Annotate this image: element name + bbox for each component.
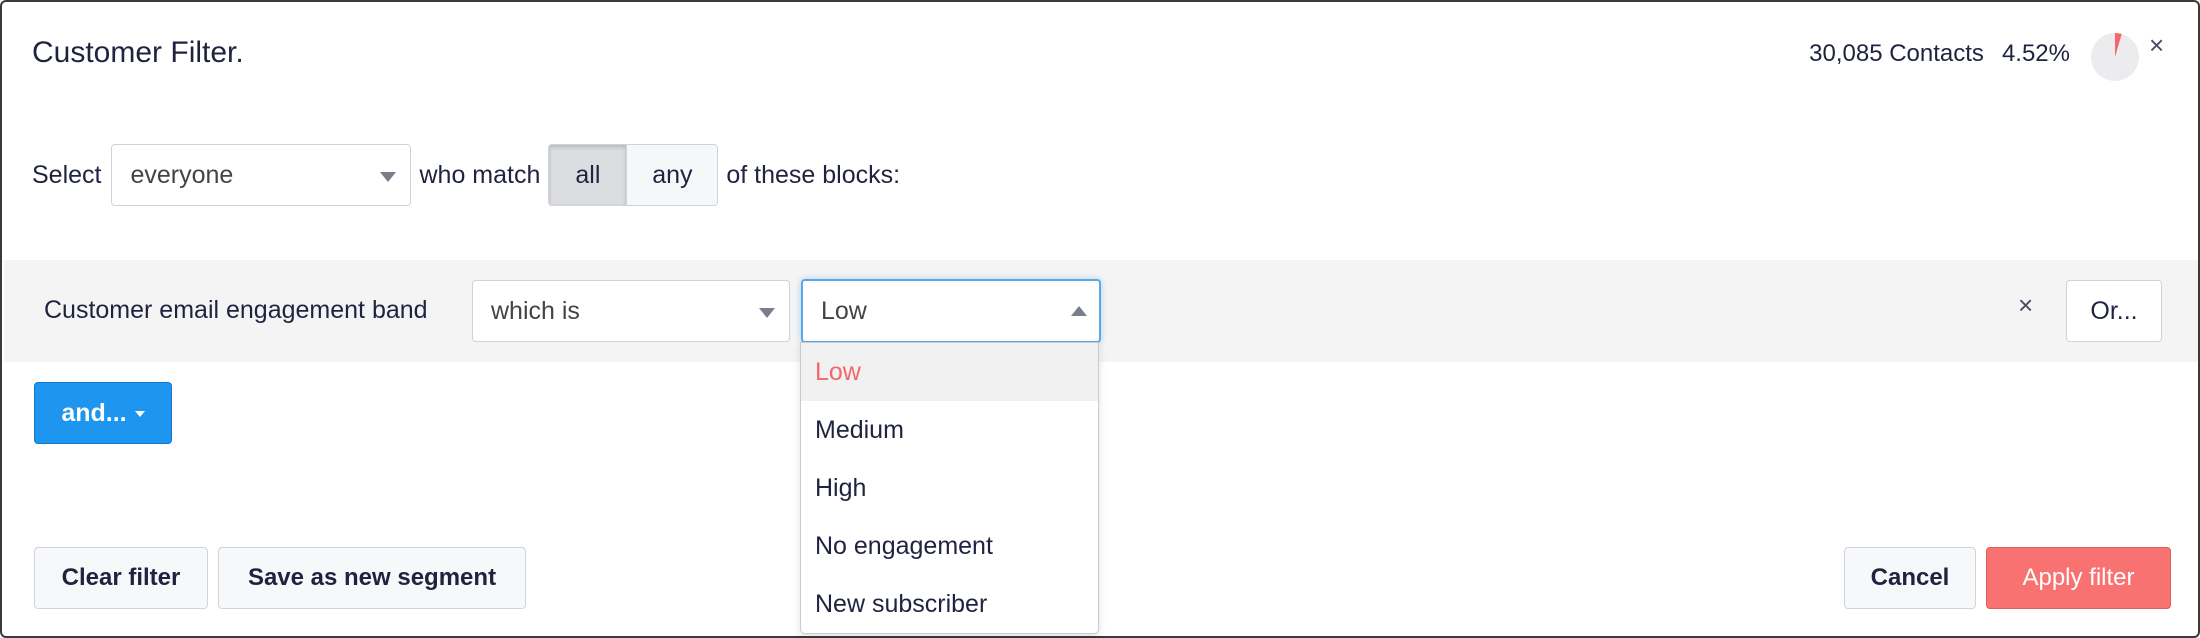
chevron-up-icon: [1071, 306, 1087, 316]
match-any-button[interactable]: any: [627, 145, 718, 205]
apply-filter-button[interactable]: Apply filter: [1986, 547, 2171, 609]
select-middle: who match: [419, 160, 541, 189]
caret-down-icon: [134, 411, 145, 417]
audience-select-value: everyone: [130, 160, 234, 189]
operator-select-value: which is: [491, 296, 580, 325]
value-dropdown-menu: Low Medium High No engagement New subscr…: [800, 342, 1099, 634]
cancel-button[interactable]: Cancel: [1844, 547, 1976, 609]
operator-select[interactable]: which is: [472, 280, 790, 342]
chevron-down-icon: [759, 308, 775, 318]
page-title: Customer Filter.: [32, 36, 244, 69]
match-toggle: all any: [548, 144, 719, 206]
clear-filter-button[interactable]: Clear filter: [34, 547, 208, 609]
audience-select[interactable]: everyone: [111, 144, 412, 206]
dropdown-option-low[interactable]: Low: [801, 343, 1098, 401]
block-field-label: Customer email engagement band: [44, 296, 428, 324]
contacts-percentage: 4.52%: [2001, 40, 2070, 67]
match-all-button[interactable]: all: [549, 145, 628, 205]
contacts-count: 30,085 Contacts: [1809, 40, 1984, 67]
dropdown-option-new-subscriber[interactable]: New subscriber: [801, 575, 1098, 633]
customer-filter-modal: Customer Filter. 30,085 Contacts 4.52% ×…: [0, 0, 2200, 638]
remove-block-icon[interactable]: ×: [2018, 290, 2033, 321]
select-row: Select everyone who match all any of the…: [32, 144, 900, 206]
percentage-pie-chart: [2091, 33, 2139, 81]
contact-stats: 30,085 Contacts 4.52%: [1809, 40, 2070, 68]
and-button-label: and...: [61, 398, 127, 427]
value-select[interactable]: Low: [801, 279, 1101, 343]
dropdown-option-high[interactable]: High: [801, 459, 1098, 517]
value-select-value: Low: [821, 296, 867, 325]
or-button[interactable]: Or...: [2066, 280, 2162, 342]
dropdown-option-medium[interactable]: Medium: [801, 401, 1098, 459]
close-icon[interactable]: ×: [2149, 30, 2164, 61]
save-segment-button[interactable]: Save as new segment: [218, 547, 526, 609]
select-prefix: Select: [32, 160, 102, 189]
filter-block: Customer email engagement band which is …: [4, 260, 2198, 362]
and-button[interactable]: and...: [34, 382, 172, 444]
chevron-down-icon: [380, 172, 397, 182]
select-suffix: of these blocks:: [726, 160, 901, 189]
dropdown-option-no-engagement[interactable]: No engagement: [801, 517, 1098, 575]
